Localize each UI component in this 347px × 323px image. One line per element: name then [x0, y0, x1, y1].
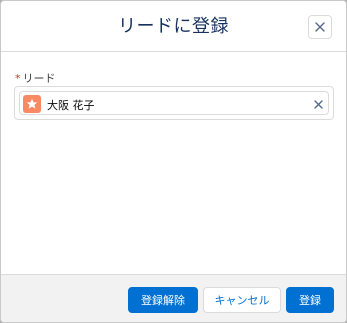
modal-header: リードに登録 — [1, 1, 346, 52]
modal-title: リードに登録 — [118, 16, 229, 37]
remove-lead-button[interactable] — [311, 97, 325, 111]
cancel-button[interactable]: キャンセル — [203, 287, 281, 313]
close-button[interactable] — [308, 15, 332, 39]
required-indicator: * — [15, 72, 21, 85]
lead-field-label: * リード — [15, 70, 56, 86]
deregister-button[interactable]: 登録解除 — [128, 287, 198, 313]
register-lead-modal: リードに登録 * リード 大阪 花子 登録解除 キャンセル 登録 — [0, 0, 347, 323]
modal-footer: 登録解除 キャンセル 登録 — [1, 274, 346, 322]
close-icon — [315, 22, 325, 32]
lead-label-text: リード — [22, 72, 56, 85]
selected-lead-pill[interactable]: 大阪 花子 — [19, 91, 329, 115]
register-button[interactable]: 登録 — [286, 287, 334, 313]
selected-lead-name: 大阪 花子 — [47, 99, 95, 112]
lead-star-icon — [23, 95, 41, 113]
remove-icon — [313, 99, 323, 109]
lead-lookup-field[interactable]: 大阪 花子 — [14, 86, 334, 120]
